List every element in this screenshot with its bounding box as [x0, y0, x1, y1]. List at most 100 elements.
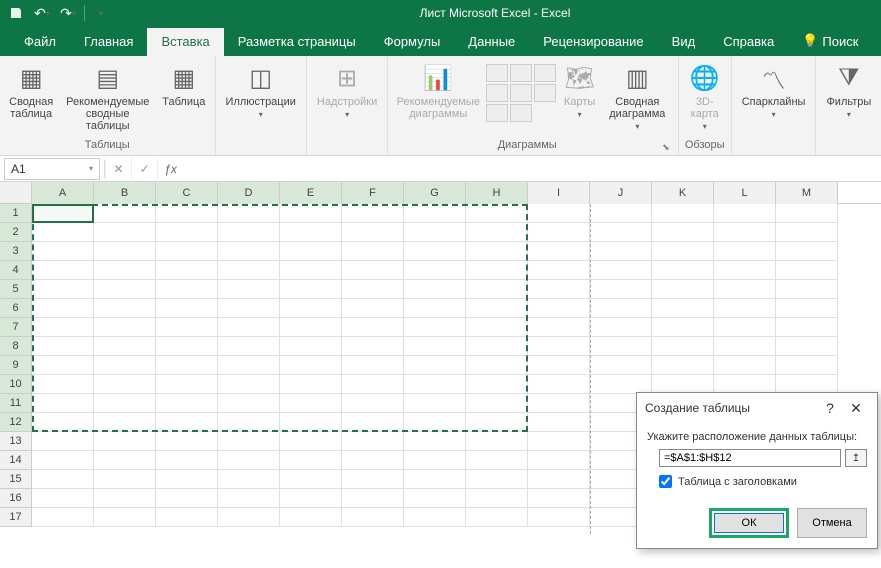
- cell-H12[interactable]: [466, 413, 528, 432]
- tab-data[interactable]: Данные: [454, 28, 529, 56]
- cell-A4[interactable]: [32, 261, 94, 280]
- cell-I13[interactable]: [528, 432, 590, 451]
- range-selector-button[interactable]: ↥: [845, 449, 867, 467]
- cell-B13[interactable]: [94, 432, 156, 451]
- cell-A3[interactable]: [32, 242, 94, 261]
- column-header-K[interactable]: K: [652, 182, 714, 204]
- cell-I5[interactable]: [528, 280, 590, 299]
- cell-F8[interactable]: [342, 337, 404, 356]
- cell-B10[interactable]: [94, 375, 156, 394]
- cell-I12[interactable]: [528, 413, 590, 432]
- cell-C3[interactable]: [156, 242, 218, 261]
- cell-A9[interactable]: [32, 356, 94, 375]
- undo-button[interactable]: ↶▾: [30, 2, 54, 24]
- cell-A12[interactable]: [32, 413, 94, 432]
- cell-D11[interactable]: [218, 394, 280, 413]
- cell-E14[interactable]: [280, 451, 342, 470]
- cell-L1[interactable]: [714, 204, 776, 223]
- charts-launcher[interactable]: ⬊: [662, 142, 674, 153]
- cell-M2[interactable]: [776, 223, 838, 242]
- cell-J9[interactable]: [590, 356, 652, 375]
- cell-D15[interactable]: [218, 470, 280, 489]
- cell-B11[interactable]: [94, 394, 156, 413]
- cell-E6[interactable]: [280, 299, 342, 318]
- cell-A6[interactable]: [32, 299, 94, 318]
- cancel-button[interactable]: Отмена: [797, 508, 867, 538]
- tab-search[interactable]: 💡 Поиск: [788, 27, 872, 56]
- cell-I9[interactable]: [528, 356, 590, 375]
- column-header-E[interactable]: E: [280, 182, 342, 204]
- cell-F12[interactable]: [342, 413, 404, 432]
- cell-D16[interactable]: [218, 489, 280, 508]
- cell-A15[interactable]: [32, 470, 94, 489]
- cell-F7[interactable]: [342, 318, 404, 337]
- table-button[interactable]: ▦ Таблица: [157, 60, 210, 110]
- cell-C5[interactable]: [156, 280, 218, 299]
- chart-type-2[interactable]: [510, 64, 532, 82]
- cell-E13[interactable]: [280, 432, 342, 451]
- chart-type-4[interactable]: [486, 84, 508, 102]
- cell-C12[interactable]: [156, 413, 218, 432]
- column-header-D[interactable]: D: [218, 182, 280, 204]
- cell-D17[interactable]: [218, 508, 280, 527]
- cell-D14[interactable]: [218, 451, 280, 470]
- column-header-L[interactable]: L: [714, 182, 776, 204]
- cell-D3[interactable]: [218, 242, 280, 261]
- column-header-F[interactable]: F: [342, 182, 404, 204]
- cell-B14[interactable]: [94, 451, 156, 470]
- cell-G6[interactable]: [404, 299, 466, 318]
- cell-M1[interactable]: [776, 204, 838, 223]
- range-input[interactable]: [659, 449, 841, 467]
- tab-formulas[interactable]: Формулы: [370, 28, 455, 56]
- cell-G9[interactable]: [404, 356, 466, 375]
- cell-C9[interactable]: [156, 356, 218, 375]
- cell-H17[interactable]: [466, 508, 528, 527]
- cell-I15[interactable]: [528, 470, 590, 489]
- row-header-13[interactable]: 13: [0, 432, 32, 451]
- cell-F16[interactable]: [342, 489, 404, 508]
- row-header-17[interactable]: 17: [0, 508, 32, 527]
- column-header-H[interactable]: H: [466, 182, 528, 204]
- cell-E16[interactable]: [280, 489, 342, 508]
- row-header-5[interactable]: 5: [0, 280, 32, 299]
- cell-C13[interactable]: [156, 432, 218, 451]
- cell-J7[interactable]: [590, 318, 652, 337]
- cell-J5[interactable]: [590, 280, 652, 299]
- tab-file[interactable]: Файл: [10, 28, 70, 56]
- cell-J6[interactable]: [590, 299, 652, 318]
- cell-A13[interactable]: [32, 432, 94, 451]
- cell-C4[interactable]: [156, 261, 218, 280]
- cell-I17[interactable]: [528, 508, 590, 527]
- cell-M3[interactable]: [776, 242, 838, 261]
- cell-C11[interactable]: [156, 394, 218, 413]
- cell-K2[interactable]: [652, 223, 714, 242]
- recommended-pivot-button[interactable]: ▤ Рекомендуемые сводные таблицы: [58, 60, 157, 134]
- headers-checkbox[interactable]: [659, 475, 672, 488]
- cell-I6[interactable]: [528, 299, 590, 318]
- cell-D6[interactable]: [218, 299, 280, 318]
- cell-F9[interactable]: [342, 356, 404, 375]
- cell-B7[interactable]: [94, 318, 156, 337]
- column-header-M[interactable]: M: [776, 182, 838, 204]
- cell-H7[interactable]: [466, 318, 528, 337]
- cell-D1[interactable]: [218, 204, 280, 223]
- cell-F13[interactable]: [342, 432, 404, 451]
- cell-C7[interactable]: [156, 318, 218, 337]
- cell-L2[interactable]: [714, 223, 776, 242]
- row-header-14[interactable]: 14: [0, 451, 32, 470]
- cell-A17[interactable]: [32, 508, 94, 527]
- redo-button[interactable]: ↷▾: [56, 2, 80, 24]
- cell-J1[interactable]: [590, 204, 652, 223]
- cell-H13[interactable]: [466, 432, 528, 451]
- cell-K8[interactable]: [652, 337, 714, 356]
- cell-C16[interactable]: [156, 489, 218, 508]
- cell-K5[interactable]: [652, 280, 714, 299]
- cell-M7[interactable]: [776, 318, 838, 337]
- cell-E9[interactable]: [280, 356, 342, 375]
- filters-button[interactable]: ⧩ Фильтры▾: [820, 60, 877, 122]
- cell-G13[interactable]: [404, 432, 466, 451]
- fx-button[interactable]: ƒx: [157, 158, 183, 180]
- cell-I11[interactable]: [528, 394, 590, 413]
- chart-type-6[interactable]: [534, 84, 556, 102]
- cell-B6[interactable]: [94, 299, 156, 318]
